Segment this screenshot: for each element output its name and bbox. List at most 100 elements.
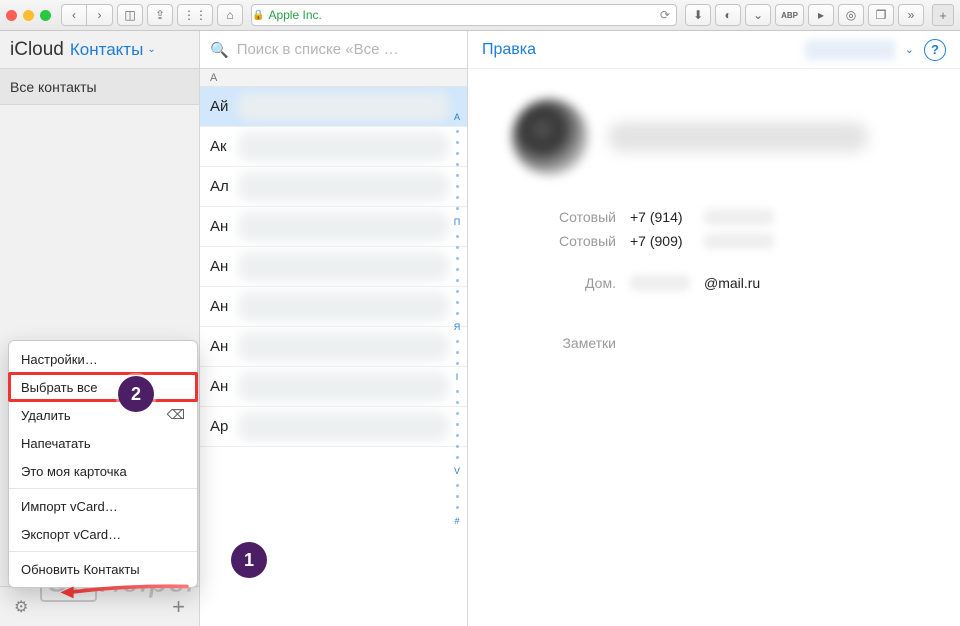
index-letter[interactable]: А — [454, 113, 460, 122]
menu-print[interactable]: Напечатать — [9, 429, 197, 457]
index-letter[interactable]: П — [454, 218, 460, 227]
menu-separator — [9, 551, 197, 552]
contact-row[interactable]: Ан — [200, 247, 467, 287]
contact-row[interactable]: Ан — [200, 287, 467, 327]
redacted — [704, 233, 774, 249]
redacted — [630, 275, 690, 291]
contact-name-redacted — [608, 122, 868, 152]
redacted-name — [238, 412, 449, 441]
window-controls — [6, 10, 51, 21]
address-bar[interactable]: 🔒 Apple Inc. ⟳ — [251, 4, 677, 26]
forward-button[interactable]: › — [87, 4, 113, 26]
reload-button[interactable]: ⟳ — [660, 8, 670, 22]
extension-pocket[interactable]: ⌄ — [745, 4, 771, 26]
sidebar-footer: ⚙ + — [0, 586, 199, 626]
nav-buttons: ‹ › — [61, 4, 113, 26]
contact-prefix: Ан — [210, 338, 228, 355]
section-dropdown[interactable]: Контакты ⌄ — [70, 40, 156, 60]
section-letter: А — [210, 72, 217, 84]
redacted-name — [238, 132, 449, 161]
contact-prefix: Ак — [210, 138, 227, 155]
menu-label: Настройки… — [21, 352, 98, 367]
contact-row[interactable]: Ан — [200, 207, 467, 247]
topsites-button[interactable]: ⋮⋮ — [177, 4, 213, 26]
menu-label: Импорт vCard… — [21, 499, 118, 514]
menu-export-vcard[interactable]: Экспорт vCard… — [9, 520, 197, 548]
redacted-name — [238, 252, 449, 281]
annotation-badge-1: 1 — [231, 542, 267, 578]
redacted-name — [238, 212, 449, 241]
contact-row[interactable]: Ай — [200, 87, 467, 127]
field-label: Сотовый — [486, 209, 616, 225]
zoom-window-icon[interactable] — [40, 10, 51, 21]
email-row: Дом. @mail.ru — [486, 275, 942, 291]
contact-row[interactable]: Ал — [200, 167, 467, 207]
menu-separator — [9, 488, 197, 489]
menu-import-vcard[interactable]: Импорт vCard… — [9, 492, 197, 520]
index-letter[interactable]: Я — [454, 323, 461, 332]
redacted-name — [238, 332, 449, 361]
group-all-contacts[interactable]: Все контакты — [0, 69, 199, 105]
gear-icon[interactable]: ⚙ — [14, 597, 28, 617]
sidebar-toggle-button[interactable]: ◫ — [117, 4, 143, 26]
contact-row[interactable]: Ар — [200, 407, 467, 447]
alpha-index[interactable]: А П Я I V # — [450, 89, 464, 620]
contact-prefix: Ан — [210, 378, 228, 395]
avatar — [512, 99, 588, 175]
tabs-button[interactable]: ❐ — [868, 4, 894, 26]
menu-preferences[interactable]: Настройки… — [9, 345, 197, 373]
extension-play[interactable]: ▸ — [808, 4, 834, 26]
menu-select-all[interactable]: Выбрать все — [9, 373, 197, 401]
downloads-button[interactable]: ⬇ — [685, 4, 711, 26]
search-field[interactable]: 🔍 Поиск в списке «Все … — [200, 31, 467, 69]
index-letter[interactable]: I — [456, 373, 459, 382]
email-domain[interactable]: @mail.ru — [704, 275, 764, 291]
edit-button[interactable]: Правка — [482, 41, 536, 59]
contact-prefix: Ай — [210, 98, 228, 115]
new-tab-button[interactable]: + — [932, 4, 954, 26]
contact-prefix: Ан — [210, 298, 228, 315]
share-button[interactable]: ⇪ — [147, 4, 173, 26]
contact-prefix: Ан — [210, 258, 228, 275]
gear-popup-menu: Настройки… Выбрать все Удалить ⌫ Напечат… — [8, 340, 198, 588]
phone-value[interactable]: +7 (909) — [630, 233, 690, 249]
chevron-down-icon[interactable]: ⌄ — [905, 43, 914, 56]
contact-row[interactable]: Ак — [200, 127, 467, 167]
minimize-window-icon[interactable] — [23, 10, 34, 21]
section-label: Контакты — [70, 40, 143, 60]
menu-delete[interactable]: Удалить ⌫ — [9, 401, 197, 429]
extension-4[interactable]: ◎ — [838, 4, 864, 26]
contact-card: Сотовый +7 (914) Сотовый +7 (909) Дом. @… — [468, 69, 960, 369]
menu-refresh-contacts[interactable]: Обновить Контакты — [9, 555, 197, 583]
index-letter[interactable]: # — [454, 517, 459, 526]
menu-my-card[interactable]: Это моя карточка — [9, 457, 197, 485]
contact-prefix: Ан — [210, 218, 228, 235]
overflow-button[interactable]: » — [898, 4, 924, 26]
add-contact-button[interactable]: + — [172, 594, 185, 620]
phone-value[interactable]: +7 (914) — [630, 209, 690, 225]
phone-row: Сотовый +7 (914) — [486, 209, 942, 225]
help-button[interactable]: ? — [924, 39, 946, 61]
account-name-redacted[interactable] — [805, 40, 895, 60]
redacted-name — [238, 172, 449, 201]
field-label: Сотовый — [486, 233, 616, 249]
extension-1[interactable]: ◐ — [715, 4, 741, 26]
contact-row[interactable]: Ан — [200, 327, 467, 367]
redacted-name — [238, 372, 449, 401]
list-section-header: А — [200, 69, 467, 87]
phone-row: Сотовый +7 (909) — [486, 233, 942, 249]
back-button[interactable]: ‹ — [61, 4, 87, 26]
notes-row: Заметки — [486, 335, 942, 351]
index-letter[interactable]: V — [454, 467, 460, 476]
contact-row[interactable]: Ан — [200, 367, 467, 407]
menu-label: Выбрать все — [21, 380, 97, 395]
menu-label: Напечатать — [21, 436, 91, 451]
menu-label: Обновить Контакты — [21, 562, 140, 577]
redacted — [704, 209, 774, 225]
home-button[interactable]: ⌂ — [217, 4, 243, 26]
extension-abp[interactable]: ABP — [775, 4, 804, 26]
search-icon: 🔍 — [210, 41, 229, 59]
lock-icon: 🔒 — [252, 10, 264, 21]
close-window-icon[interactable] — [6, 10, 17, 21]
menu-label: Это моя карточка — [21, 464, 127, 479]
